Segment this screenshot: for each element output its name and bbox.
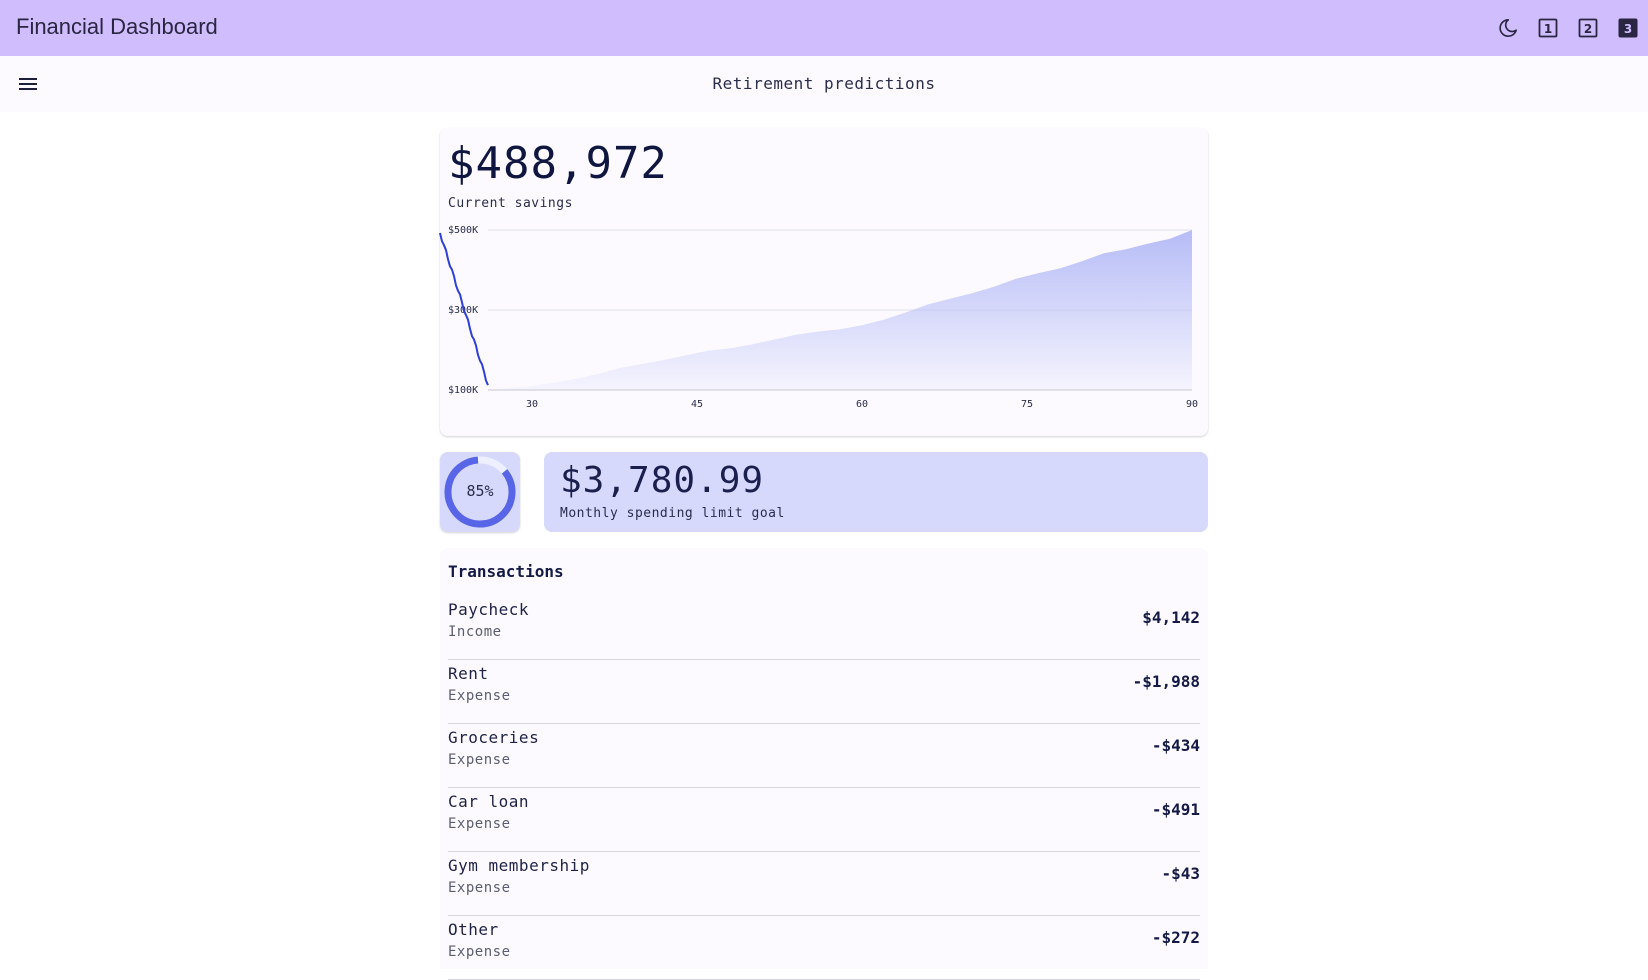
spending-goal-card[interactable]: $3,780.99 Monthly spending limit goal — [544, 452, 1208, 532]
transaction-type: Expense — [448, 688, 511, 704]
transaction-name: Car loan — [448, 792, 530, 811]
page-title: Retirement predictions — [712, 74, 936, 93]
retirement-chart: $500K$300K$100K30 45 60 75 90 — [439, 225, 1198, 410]
layout-2-icon: 2 — [1578, 18, 1598, 38]
layout-3-icon: 3 — [1618, 18, 1638, 38]
layout-3-label: 3 — [1624, 22, 1632, 36]
layout-1-label: 1 — [1544, 22, 1552, 36]
transactions-list: Paycheck Income $4,142 Rent Expense -$1,… — [448, 596, 1200, 980]
layout-1-button[interactable]: 1 — [1536, 16, 1560, 40]
savings-label: Current savings — [448, 196, 573, 211]
transaction-row[interactable]: Paycheck Income $4,142 — [448, 596, 1200, 660]
transaction-row[interactable]: Gym membership Expense -$43 — [448, 852, 1200, 916]
transaction-amount: -$434 — [1151, 736, 1200, 755]
chart-x-tick-label: 30 — [526, 399, 538, 410]
layout-3-button[interactable]: 3 — [1616, 16, 1640, 40]
savings-card: $488,972 Current savings $500K $300K $100K… — [439, 128, 1208, 436]
transaction-type: Expense — [448, 752, 511, 768]
transaction-amount: -$43 — [1161, 864, 1200, 883]
layout-2-button[interactable]: 2 — [1576, 16, 1600, 40]
transaction-type: Expense — [448, 880, 511, 896]
chart-x-tick-label: 90 — [1186, 399, 1198, 410]
dark-mode-button[interactable] — [1496, 16, 1520, 40]
app-title: Financial Dashboard — [16, 14, 218, 39]
transaction-type: Expense — [448, 944, 511, 960]
layout-2-label: 2 — [1584, 22, 1592, 36]
transaction-amount: -$1,988 — [1132, 672, 1200, 691]
savings-value: $488,972 — [448, 138, 668, 189]
transactions-card: Transactions Paycheck Income $4,142 Rent… — [440, 548, 1208, 980]
transaction-row[interactable]: Other Expense -$272 — [448, 916, 1200, 980]
chart-x-tick-label: 75 — [1021, 399, 1033, 410]
transaction-name: Gym membership — [448, 856, 590, 875]
app-bar: Financial Dashboard 1 2 3 — [0, 0, 1648, 56]
spending-goal-value: $3,780.99 — [560, 460, 765, 501]
transaction-row[interactable]: Groceries Expense -$434 — [448, 724, 1200, 788]
spending-goal-label: Monthly spending limit goal — [560, 506, 785, 521]
chart-x-tick-label: 60 — [856, 399, 868, 410]
chart-y-tick-label: $500K — [448, 225, 478, 236]
transaction-name: Paycheck — [448, 600, 530, 619]
goal-progress-card: 85% — [440, 452, 520, 532]
goal-progress-percent: 85% — [466, 482, 494, 500]
layout-1-icon: 1 — [1538, 18, 1558, 38]
transaction-name: Rent — [448, 664, 489, 683]
chart-x-tick-label: 45 — [691, 399, 703, 410]
transaction-amount: -$491 — [1151, 800, 1200, 819]
transaction-type: Expense — [448, 816, 511, 832]
transaction-row[interactable]: Car loan Expense -$491 — [448, 788, 1200, 852]
transaction-amount: -$272 — [1151, 928, 1200, 947]
transaction-type: Income — [448, 624, 502, 640]
dark-mode-icon — [1499, 19, 1517, 37]
transaction-amount: $4,142 — [1142, 608, 1200, 627]
transaction-name: Other — [448, 920, 499, 939]
transaction-name: Groceries — [448, 728, 540, 747]
transactions-title: Transactions — [448, 562, 564, 581]
transaction-row[interactable]: Rent Expense -$1,988 — [448, 660, 1200, 724]
chart-y-tick-label: $100K — [448, 385, 478, 396]
